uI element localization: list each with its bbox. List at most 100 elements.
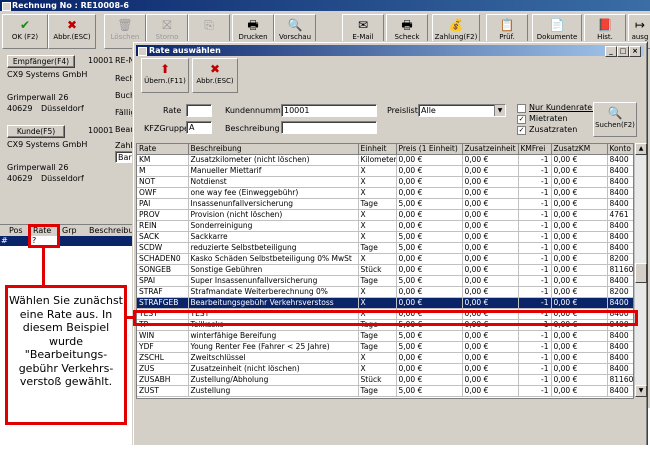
table-row[interactable]: REIN Sonderreinigung X 0,00 €0,00 € -1 0,00 €… [137, 220, 633, 232]
cell-zusatzkm: 0,00 € [551, 385, 608, 397]
table-row[interactable]: ZSCHL Zweitschlüssel X 0,00 €0,00 € -1 0,00 €… [137, 352, 633, 364]
cell-zusatzkm: 0,00 € [551, 242, 608, 254]
table-row[interactable]: SONGEB Sonstige Gebühren Stück 0,00 €0,00 €… [137, 264, 633, 276]
cell-preis: 0,00 € [396, 363, 463, 375]
cell-einheit: X [358, 165, 397, 177]
mietraten-label[interactable]: Mietraten [529, 114, 568, 123]
table-row[interactable]: SCDW reduzierte Selbstbeteiligung Tage 5,00… [137, 242, 633, 254]
dialog-abbr-button[interactable]: ✖ Abbr.(ESC) [192, 58, 238, 93]
close-dialog-button[interactable]: × [629, 46, 641, 57]
maximize-button[interactable]: □ [617, 46, 629, 57]
table-row[interactable]: NOT Notdienst X 0,00 €0,00 € -1 0,00 €8400 [137, 176, 633, 188]
kfzgruppe-input[interactable]: A [186, 121, 212, 134]
empfaenger-button[interactable]: Empfänger(F4) [7, 55, 75, 68]
preview-button-label: Vorschau [278, 33, 312, 41]
col-einheit[interactable]: Einheit [358, 144, 397, 155]
minimize-button[interactable]: _ [605, 46, 617, 57]
scroll-down-icon[interactable]: ▼ [635, 385, 647, 397]
col-zusatzeinheit[interactable]: Zusatzeinheit [462, 144, 519, 155]
cell-konto: 8400 [607, 198, 633, 210]
rate-table: Rate Beschreibung Einheit Preis (1 Einhe… [136, 143, 634, 399]
table-row[interactable]: SPAI Super Insassenunfallversicherung Tage… [137, 275, 633, 287]
rate-table-body: KM Zusatzkilometer (nicht löschen) Kilomet… [137, 154, 633, 397]
cell-zusatzkm: 0,00 € [551, 231, 608, 243]
zusatzraten-checkbox[interactable]: ✓ [517, 126, 526, 135]
cell-beschreibung: Sonderreinigung [188, 220, 359, 232]
close-icon: ✖ [66, 18, 78, 32]
table-row[interactable]: ZUST Zustellung Tage 5,00 €0,00 € -1 0,00 €84… [137, 385, 633, 397]
col-zusatzkm[interactable]: ZusatzKM [551, 144, 608, 155]
zusatzraten-label[interactable]: Zusatzraten [529, 125, 577, 134]
nur-kundenraten-label[interactable]: Nur Kundenraten [529, 103, 597, 112]
search-icon: 🔍 [607, 106, 623, 120]
nur-kundenraten-checkbox[interactable] [517, 104, 526, 113]
uebernehmen-button[interactable]: ⬆ Übern.(F11) [141, 58, 189, 93]
ausgabe-icon: ↦ [634, 18, 646, 32]
col-rate[interactable]: Rate [137, 144, 189, 155]
cell-preis: 0,00 € [396, 374, 463, 386]
ok-button-label: OK (F2) [11, 33, 39, 41]
table-row[interactable]: STRAFGEB Bearbeitungsgebühr Verkehrsverst… [137, 297, 633, 309]
cell-beschreibung: Zweitschlüssel [188, 352, 359, 364]
cell-rate: M [137, 165, 189, 177]
abbr-button[interactable]: ✖ Abbr.(ESC) [48, 14, 96, 49]
kfzgruppe-label: KFZGruppe [144, 124, 189, 133]
delete-button-label: Löschen [110, 33, 140, 41]
scroll-up-icon[interactable]: ▲ [635, 143, 647, 155]
row-marker: # [1, 236, 8, 245]
connector-vertical-2 [42, 271, 45, 285]
table-row[interactable]: SCHADEN0 Kasko Schäden Selbstbeteiligung … [137, 253, 633, 265]
preisliste-select[interactable]: Alle ▼ [418, 104, 506, 117]
cell-rate: ZUSABH [137, 374, 189, 386]
cell-zusatzeinheit: 0,00 € [462, 341, 519, 353]
positions-row[interactable]: # ? [0, 236, 135, 246]
kundennummer-input[interactable]: 10001 [281, 104, 377, 117]
col-konto[interactable]: Konto [607, 144, 633, 155]
empfaenger-city: Düsseldorf [41, 104, 84, 113]
cell-kmfrei: -1 [518, 176, 552, 188]
cell-kmfrei: -1 [518, 220, 552, 232]
positions-col-grp[interactable]: Grp [62, 226, 77, 235]
table-row[interactable]: OWF one way fee (Einweggebühr) X 0,00 €0,00… [137, 187, 633, 199]
table-row[interactable]: ZUS Zusatzeinheit (nicht löschen) X 0,00 €0… [137, 363, 633, 375]
table-row[interactable]: YDF Young Renter Fee (Fahrer < 25 Jahre) T… [137, 341, 633, 353]
cell-zusatzeinheit: 0,00 € [462, 330, 519, 342]
col-beschreibung[interactable]: Beschreibung [188, 144, 359, 155]
kunde-zip: 40629 [7, 174, 33, 183]
table-row[interactable]: PROV Provision (nicht löschen) X 0,00 €0,00… [137, 209, 633, 221]
col-kmfrei[interactable]: KMFrei [518, 144, 552, 155]
beschreibung-input[interactable] [281, 121, 377, 134]
chevron-down-icon[interactable]: ▼ [494, 105, 505, 116]
history-button-label: Hist. [597, 33, 613, 41]
rate-input[interactable] [186, 104, 212, 117]
col-preis[interactable]: Preis (1 Einheit) [396, 144, 463, 155]
kunde-button[interactable]: Kunde(F5) [7, 125, 65, 138]
cell-rate: STRAF [137, 286, 189, 298]
cell-einheit: X [358, 209, 397, 221]
cell-kmfrei: -1 [518, 352, 552, 364]
ok-button[interactable]: ✔ OK (F2) [2, 14, 48, 49]
positions-col-pos[interactable]: Pos [9, 226, 23, 235]
table-row[interactable]: STRAF Strafmandate Weiterberechnung 0% X 0,… [137, 286, 633, 298]
cell-zusatzkm: 0,00 € [551, 297, 608, 309]
cell-zusatzkm: 0,00 € [551, 209, 608, 221]
table-row[interactable]: ZUSABH Zustellung/Abholung Stück 0,00 €0,00… [137, 374, 633, 386]
copy-icon: ⎘ [204, 18, 214, 32]
beschreibung-label: Beschreibung [225, 124, 280, 133]
scroll-thumb[interactable] [635, 263, 647, 283]
suchen-button[interactable]: 🔍 Suchen(F2) [593, 102, 637, 137]
cell-rate: SCHADEN0 [137, 253, 189, 265]
kunde-street: Grimperwall 26 [7, 163, 69, 172]
table-row[interactable]: M Manueller Miettarif X 0,00 €0,00 € -1 0,00 … [137, 165, 633, 177]
table-row[interactable]: WIN winterfähige Bereifung Tage 5,00 €0,00 … [137, 330, 633, 342]
cell-zusatzkm: 0,00 € [551, 363, 608, 375]
mietraten-checkbox[interactable]: ✓ [517, 115, 526, 124]
table-row[interactable]: SACK Sackkarre X 5,00 €0,00 € -1 0,00 €8400 [137, 231, 633, 243]
cell-zusatzeinheit: 0,00 € [462, 220, 519, 232]
table-row[interactable]: PAI Insassenunfallversicherung Tage 5,00 €0… [137, 198, 633, 210]
cell-preis: 5,00 € [396, 341, 463, 353]
cell-rate: NOT [137, 176, 189, 188]
cell-preis: 0,00 € [396, 154, 463, 166]
table-row[interactable]: KM Zusatzkilometer (nicht löschen) Kilomet… [137, 154, 633, 166]
rate-table-scrollbar[interactable]: ▲ ▼ [634, 143, 647, 397]
